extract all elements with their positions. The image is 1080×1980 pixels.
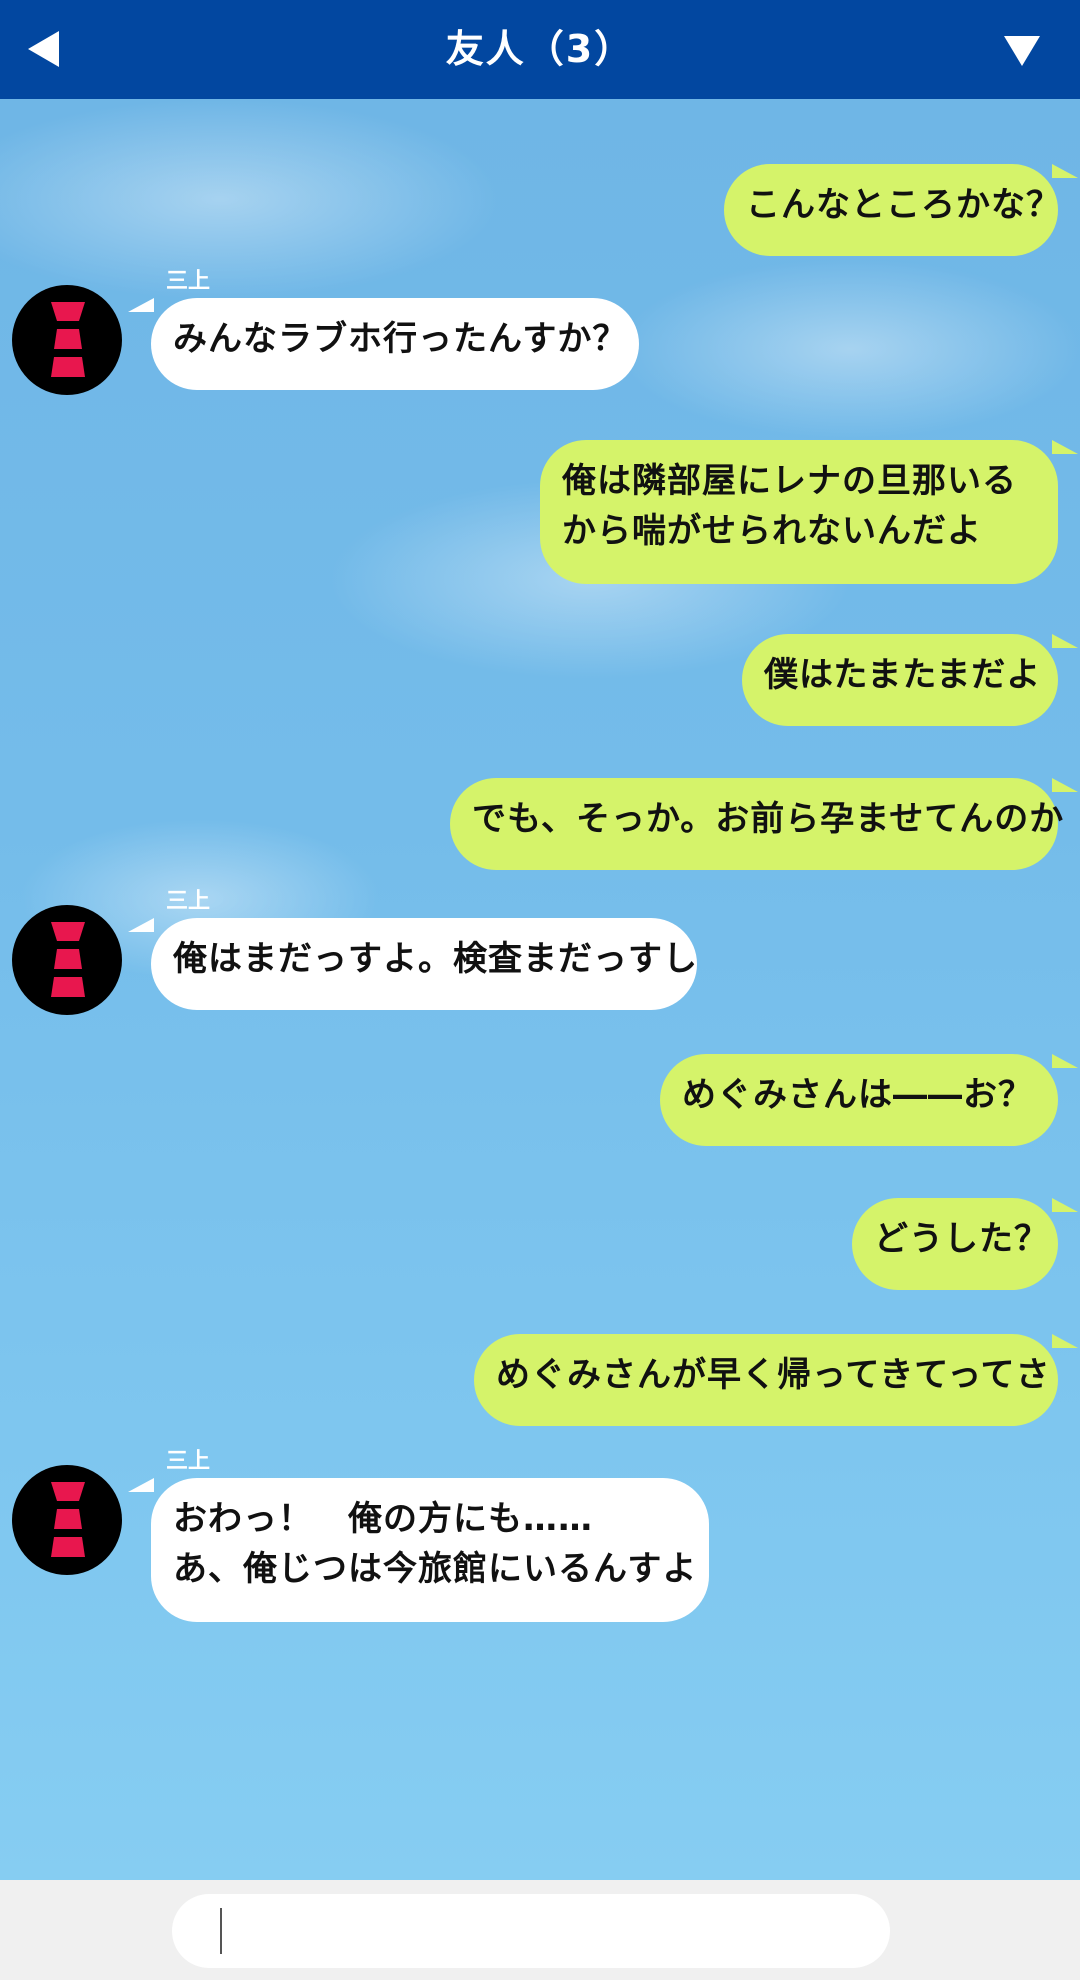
sender-name: 三上 bbox=[166, 1449, 211, 1474]
message-bubble[interactable]: めぐみさんは――お？ bbox=[660, 1054, 1058, 1146]
bubble-tail bbox=[1052, 634, 1078, 648]
avatar[interactable] bbox=[12, 1465, 122, 1575]
message-bubble[interactable]: めぐみさんが早く帰ってきてってさ bbox=[474, 1334, 1058, 1426]
chat-app: 友人（3） 山城こんなところかな？三上みんなラブホ行ったんすか？新田俺は隣部屋に… bbox=[0, 0, 1080, 1980]
message-bubble[interactable]: 俺はまだっすよ。検査まだっすし bbox=[151, 918, 697, 1010]
bubble-tail bbox=[1052, 778, 1078, 792]
avatar[interactable] bbox=[12, 905, 122, 1015]
message-list[interactable]: 山城こんなところかな？三上みんなラブホ行ったんすか？新田俺は隣部屋にレナの旦那い… bbox=[0, 99, 1080, 1880]
background-cloud bbox=[620, 259, 1080, 439]
bubble-tail bbox=[128, 1478, 154, 1492]
chat-title: 友人（3） bbox=[445, 27, 635, 71]
text-caret bbox=[220, 1908, 222, 1954]
bubble-tail bbox=[1052, 1334, 1078, 1348]
message-bubble[interactable]: おわっ！ 俺の方にも…… あ、俺じつは今旅館にいるんすよ bbox=[151, 1478, 709, 1622]
bubble-tail bbox=[1052, 440, 1078, 454]
bubble-tail bbox=[1052, 164, 1078, 178]
message-bubble[interactable]: こんなところかな？ bbox=[724, 164, 1060, 256]
bubble-tail bbox=[128, 298, 154, 312]
chat-header: 友人（3） bbox=[0, 0, 1080, 99]
dropdown-arrow-icon[interactable] bbox=[1004, 36, 1040, 66]
message-bubble[interactable]: どうした？ bbox=[852, 1198, 1058, 1290]
message-bubble[interactable]: みんなラブホ行ったんすか？ bbox=[151, 298, 639, 390]
message-bubble[interactable]: 僕はたまたまだよ bbox=[742, 634, 1058, 726]
bubble-tail bbox=[128, 918, 154, 932]
input-bar bbox=[0, 1880, 1080, 1980]
message-input[interactable] bbox=[172, 1894, 890, 1968]
message-bubble[interactable]: でも、そっか。お前ら孕ませてんのか bbox=[450, 778, 1063, 870]
sender-name: 三上 bbox=[166, 889, 211, 914]
bubble-tail bbox=[1052, 1054, 1078, 1068]
message-bubble[interactable]: 俺は隣部屋にレナの旦那いる から喘がせられないんだよ bbox=[540, 440, 1058, 584]
bubble-tail bbox=[1052, 1198, 1078, 1212]
background-cloud bbox=[0, 99, 500, 299]
avatar[interactable] bbox=[12, 285, 122, 395]
sender-name: 三上 bbox=[166, 269, 211, 294]
